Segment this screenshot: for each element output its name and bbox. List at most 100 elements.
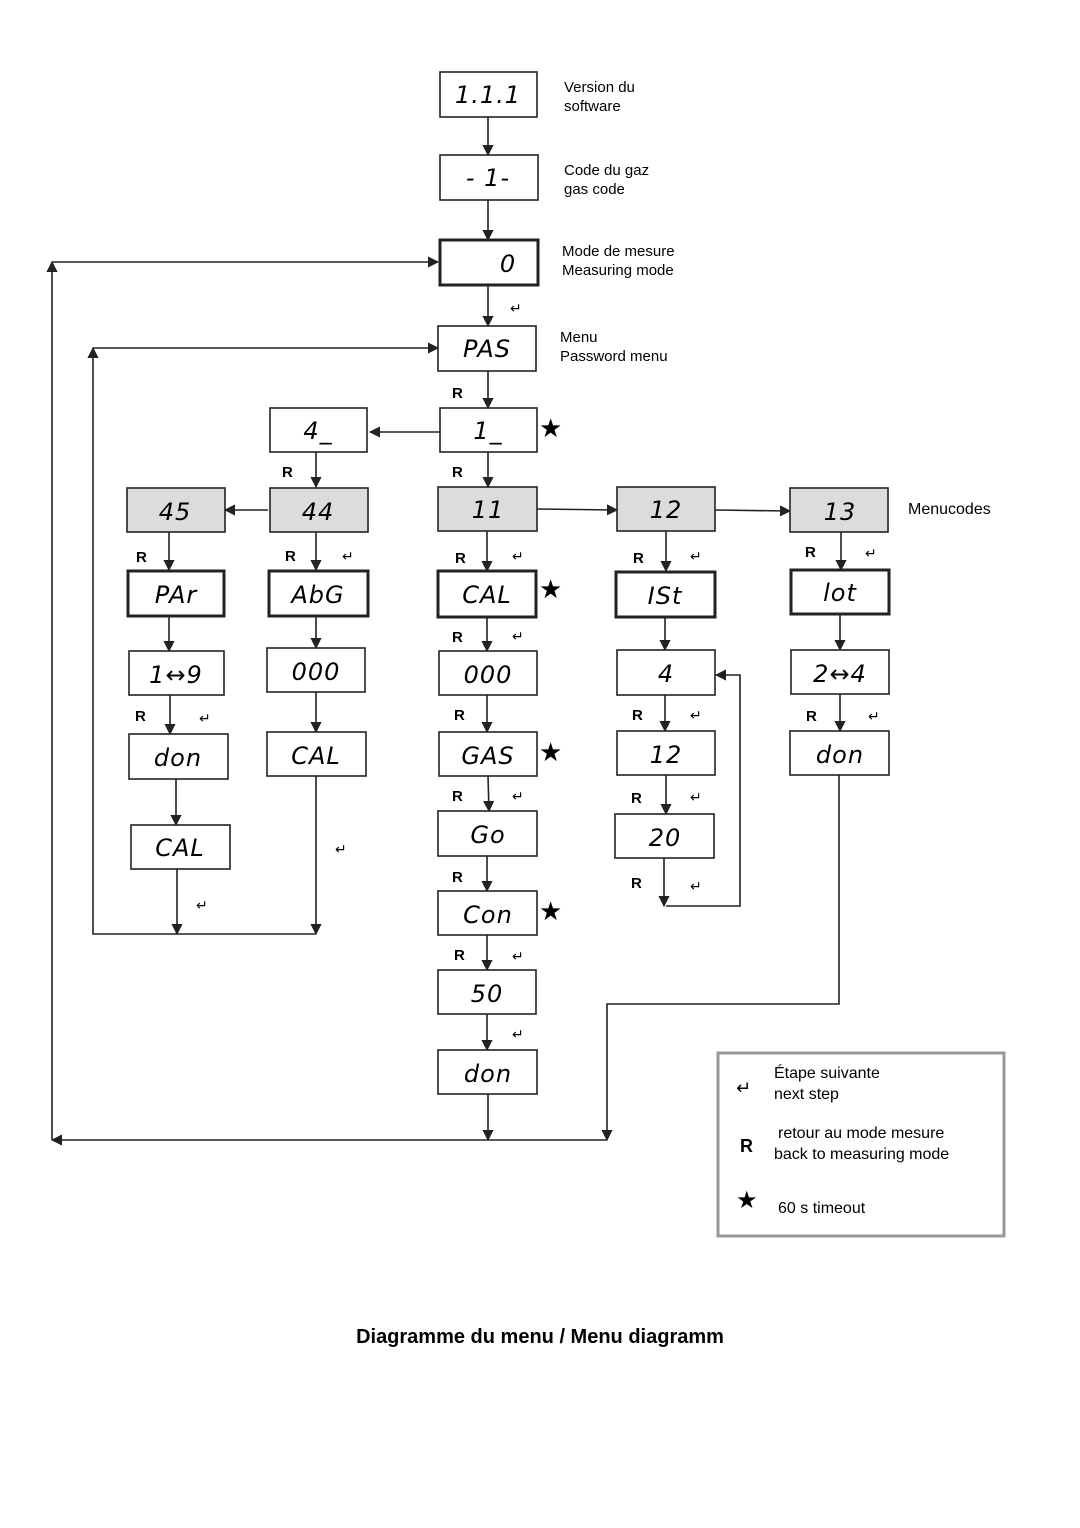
node-gascode-label: - 1-	[466, 164, 510, 192]
enter-icon: ↵	[690, 549, 702, 565]
r-label: R	[452, 869, 463, 886]
node-ist-4: 4	[616, 649, 716, 696]
enter-icon: ↵	[865, 546, 877, 562]
enter-icon: ↵	[512, 1027, 524, 1043]
annotation-menucodes: Menucodes	[908, 501, 991, 518]
node-go-label: Go	[470, 821, 505, 849]
loop-back-to-4	[666, 669, 741, 907]
annotation-password-2: Password menu	[560, 348, 668, 365]
legend-enter-text-1: Étape suivante	[774, 1063, 880, 1082]
r-label: R	[452, 385, 463, 402]
node-pas-label: PAS	[463, 335, 511, 363]
node-measure-label: 0	[500, 250, 516, 278]
enter-icon: ↵	[199, 711, 211, 727]
node-pas: PAS	[437, 325, 537, 372]
r-label: R	[282, 464, 293, 481]
legend-r-text-2: back to measuring mode	[774, 1146, 949, 1163]
menucode-12: 12	[616, 486, 716, 532]
node-lot: lot	[789, 568, 891, 616]
r-label: R	[452, 464, 463, 481]
r-label: R	[452, 788, 463, 805]
r-label: R	[632, 707, 643, 724]
star-icon: ★	[539, 738, 562, 768]
node-p1-label: 1_	[473, 417, 502, 445]
node-cal-don: don	[437, 1049, 538, 1095]
enter-icon: ↵	[868, 709, 880, 725]
node-cal-don-label: don	[464, 1060, 512, 1088]
node-con-val-label: 50	[471, 980, 504, 1008]
node-par-don-label: don	[154, 744, 202, 772]
timeout-stars: ★ ★ ★ ★	[539, 414, 562, 927]
node-cal-label: CAL	[462, 581, 512, 609]
enter-icon: ↵	[512, 629, 524, 645]
menu-diagram: 1.1.1 - 1- 0 PAS 1_ 4_ 45 44 11 12 13 PA…	[46, 71, 1006, 1348]
menucode-11: 11	[437, 486, 538, 532]
node-version-label: 1.1.1	[455, 81, 521, 109]
r-label: R	[633, 550, 644, 567]
menucode-12-label: 12	[650, 496, 683, 524]
node-p4-label: 4_	[303, 417, 332, 445]
node-abg: AbG	[267, 569, 370, 618]
annotation-gascode-2: gas code	[564, 181, 625, 198]
arrow-11-to-12	[536, 504, 619, 516]
node-ist-12-label: 12	[650, 741, 683, 769]
node-go: Go	[437, 810, 538, 857]
enter-icon: ↵	[510, 301, 522, 317]
node-abg-val: 000	[266, 647, 366, 693]
node-gas: GAS	[438, 731, 538, 777]
r-label: R	[631, 790, 642, 807]
star-icon: ★	[539, 575, 562, 605]
enter-icon: ↵	[196, 898, 208, 914]
legend-enter-icon: ↵	[736, 1078, 751, 1099]
node-cal: CAL	[436, 569, 538, 619]
legend: ↵ Étape suivante next step R retour au m…	[716, 1051, 1006, 1238]
annotation-version-1: Version du	[564, 79, 635, 96]
menucode-11-label: 11	[472, 496, 505, 524]
menucode-13: 13	[789, 487, 889, 533]
node-ist: ISt	[614, 570, 717, 619]
r-label: R	[452, 629, 463, 646]
annotation-password-1: Menu	[560, 329, 598, 346]
menucode-13-label: 13	[824, 498, 857, 526]
node-lot-label: lot	[823, 579, 857, 607]
r-label: R	[454, 707, 465, 724]
legend-r-text-1: retour au mode mesure	[778, 1125, 944, 1142]
arrow-gas-to-go	[483, 775, 495, 813]
legend-star-icon: ★	[736, 1186, 758, 1214]
menucode-45: 45	[126, 487, 226, 533]
annotation-measure-2: Measuring mode	[562, 262, 674, 279]
annotation-gascode-1: Code du gaz	[564, 162, 649, 179]
star-icon: ★	[539, 897, 562, 927]
node-par-sel: 1↔9	[128, 650, 225, 696]
node-lot-don-label: don	[816, 741, 864, 769]
r-label: R	[135, 708, 146, 725]
node-lot-sel: 2↔4	[790, 649, 890, 695]
node-con-val: 50	[437, 969, 537, 1015]
node-par-sel-label: 1↔9	[149, 661, 203, 689]
node-ist-4-label: 4	[658, 660, 674, 688]
menucode-45-label: 45	[159, 498, 192, 526]
r-label: R	[454, 947, 465, 964]
enter-icon: ↵	[512, 949, 524, 965]
node-par-cal-label: CAL	[155, 834, 205, 862]
r-label: R	[631, 875, 642, 892]
node-par: PAr	[126, 569, 226, 618]
legend-enter-text-2: next step	[774, 1086, 839, 1103]
legend-star-text: 60 s timeout	[778, 1200, 866, 1217]
node-par-label: PAr	[155, 581, 199, 609]
legend-r-icon: R	[740, 1136, 753, 1156]
star-icon: ★	[539, 414, 562, 444]
enter-icon: ↵	[512, 789, 524, 805]
arrow-12-to-13	[714, 505, 792, 517]
node-cal-zero: 000	[438, 650, 538, 696]
node-par-don: don	[128, 733, 229, 780]
enter-icon: ↵	[335, 842, 347, 858]
node-con: Con	[437, 890, 538, 936]
enter-icon: ↵	[690, 708, 702, 724]
annotation-version-2: software	[564, 98, 621, 115]
annotation-measure-1: Mode de mesure	[562, 243, 675, 260]
node-par-cal: CAL	[130, 824, 231, 870]
node-ist-20: 20	[614, 813, 715, 859]
menucode-44: 44	[269, 487, 369, 533]
enter-icon: ↵	[512, 549, 524, 565]
